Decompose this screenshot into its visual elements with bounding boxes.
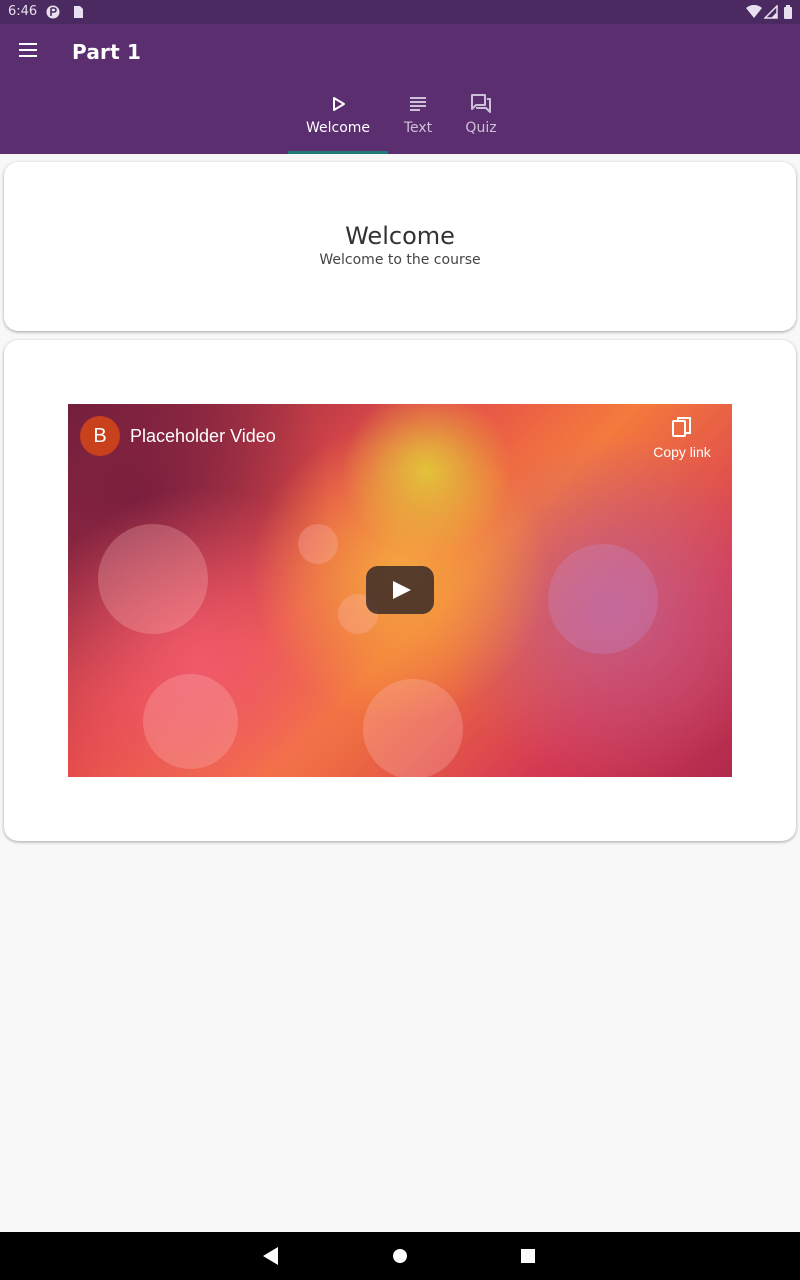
app-bar: Part 1 Welcome Text Quiz <box>0 24 800 154</box>
video-title[interactable]: Placeholder Video <box>130 426 276 447</box>
tab-quiz[interactable]: Quiz <box>455 84 507 154</box>
back-button[interactable] <box>258 1244 282 1268</box>
bokeh-light <box>363 679 463 777</box>
bokeh-light <box>98 524 208 634</box>
recents-button[interactable] <box>516 1244 540 1268</box>
status-bar: 6:46 <box>0 0 800 24</box>
welcome-card: Welcome Welcome to the course <box>4 162 796 331</box>
copy-icon <box>650 416 714 440</box>
play-icon <box>326 92 350 116</box>
copy-link-button[interactable]: Copy link <box>650 416 714 460</box>
notification-icon <box>46 5 60 19</box>
home-button[interactable] <box>388 1244 412 1268</box>
welcome-title: Welcome <box>345 222 455 250</box>
video-card: B Placeholder Video Copy link <box>4 340 796 841</box>
bokeh-light <box>298 524 338 564</box>
tab-welcome[interactable]: Welcome <box>293 84 383 154</box>
system-nav-bar <box>0 1232 800 1280</box>
channel-avatar[interactable]: B <box>80 416 120 456</box>
forum-icon <box>469 92 493 116</box>
menu-icon <box>18 42 38 63</box>
tab-indicator <box>288 151 388 154</box>
signal-icon <box>763 4 778 19</box>
home-icon <box>388 1249 412 1272</box>
back-icon <box>258 1247 282 1272</box>
youtube-play-icon <box>366 566 434 618</box>
page-title: Part 1 <box>72 40 142 64</box>
sd-card-icon <box>71 5 85 19</box>
text-lines-icon <box>406 92 430 116</box>
status-time: 6:46 <box>8 4 38 19</box>
tab-text[interactable]: Text <box>390 84 446 154</box>
copy-link-label: Copy link <box>653 444 711 460</box>
video-player[interactable]: B Placeholder Video Copy link <box>68 404 732 777</box>
welcome-subtitle: Welcome to the course <box>319 252 481 268</box>
menu-button[interactable] <box>12 36 44 68</box>
bokeh-light <box>143 674 238 769</box>
tab-label: Welcome <box>305 120 371 136</box>
tab-label: Text <box>403 120 433 136</box>
recents-icon <box>516 1249 540 1272</box>
tab-label: Quiz <box>465 120 497 136</box>
wifi-icon <box>746 4 762 19</box>
bokeh-light <box>548 544 658 654</box>
tab-bar: Welcome Text Quiz <box>0 84 800 154</box>
battery-icon <box>783 5 797 19</box>
play-button[interactable] <box>366 566 434 614</box>
